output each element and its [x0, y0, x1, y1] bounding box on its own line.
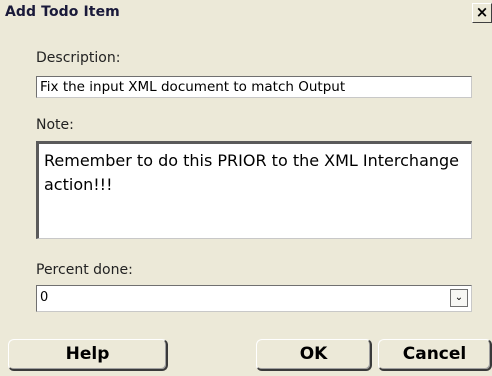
- note-textarea[interactable]: Remember to do this PRIOR to the XML Int…: [36, 141, 472, 239]
- ok-button[interactable]: OK: [256, 339, 372, 371]
- percent-done-label: Percent done:: [36, 262, 133, 278]
- cancel-button[interactable]: Cancel: [378, 339, 492, 371]
- add-todo-dialog: Add Todo Item × Description: Fix the inp…: [0, 0, 492, 376]
- help-button[interactable]: Help: [8, 339, 168, 371]
- dialog-title: Add Todo Item: [5, 4, 120, 20]
- note-label: Note:: [36, 117, 74, 133]
- title-bar: Add Todo Item ×: [0, 0, 492, 26]
- close-icon: ×: [475, 3, 489, 21]
- close-button[interactable]: ×: [472, 3, 492, 23]
- description-label: Description:: [36, 50, 121, 66]
- percent-done-value: 0: [40, 290, 49, 305]
- percent-done-select[interactable]: 0 ⌄: [36, 285, 472, 312]
- description-field[interactable]: Fix the input XML document to match Outp…: [36, 76, 472, 98]
- chevron-down-icon[interactable]: ⌄: [450, 289, 468, 307]
